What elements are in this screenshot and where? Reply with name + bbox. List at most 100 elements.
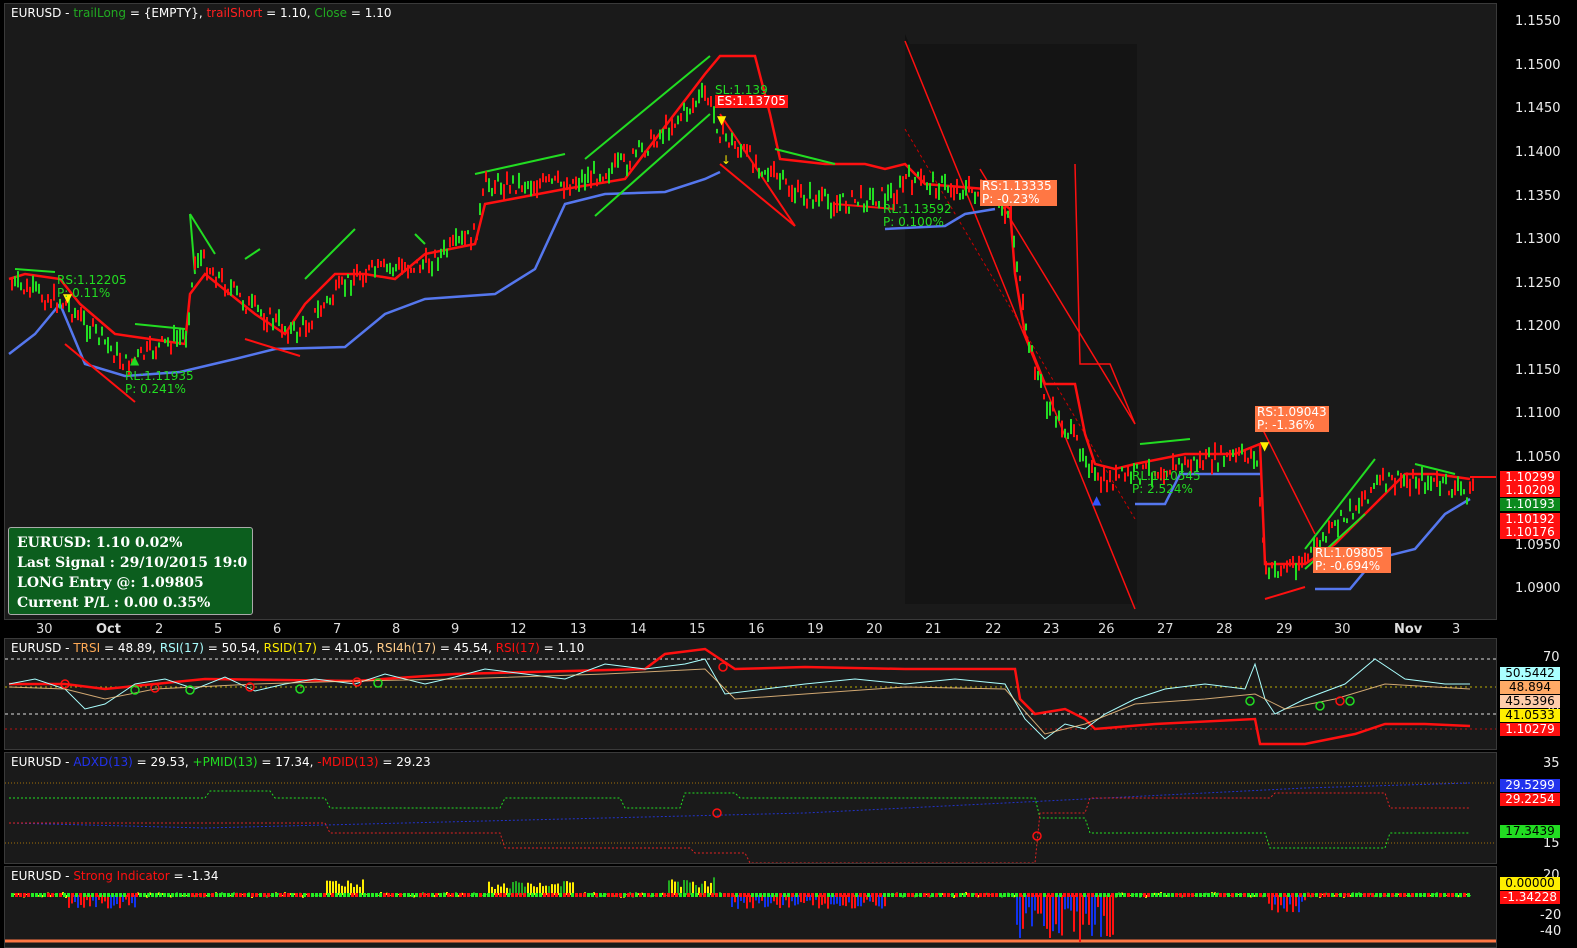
strong-indicator-dot [1355, 893, 1358, 897]
candle [245, 308, 247, 314]
strong-indicator-dot [787, 893, 790, 897]
candle [887, 184, 889, 201]
adx-pane[interactable]: EURUSD - ADXD(13) = 29.53, +PMID(13) = 1… [4, 752, 1497, 864]
candle [1184, 456, 1186, 466]
candle [260, 309, 262, 317]
candle [941, 175, 943, 184]
strong-indicator-dot [935, 893, 938, 897]
strong-indicator-dot [475, 893, 478, 897]
candle [107, 337, 109, 354]
candle [908, 164, 910, 177]
strong-indicator-dot [1111, 893, 1114, 897]
date-tick: 3 [1452, 622, 1461, 637]
candle [734, 141, 736, 149]
strong-indicator-dot [1295, 893, 1298, 897]
candle [1340, 509, 1342, 516]
candle [818, 190, 820, 207]
candle [929, 183, 931, 195]
rsid-value: = 41.05, [317, 641, 377, 655]
candle [629, 160, 631, 170]
strong-indicator-bar [326, 880, 328, 895]
candle [1217, 462, 1219, 472]
candle [518, 172, 520, 189]
candle [701, 82, 703, 98]
candle [176, 330, 178, 347]
candle [161, 336, 163, 341]
close-label: Close [314, 6, 348, 20]
rsi2-value: = 1.10 [539, 641, 585, 655]
price-chart-pane[interactable]: ▼ ▼ ↓ ▼ ▲ ▲ EURUSD - trailLong = {EMPTY}… [4, 3, 1497, 620]
date-tick: 26 [1098, 622, 1115, 637]
rsi-pane[interactable]: EURUSD - TRSI = 48.89, RSI(17) = 50.54, … [4, 638, 1497, 750]
candle [113, 355, 115, 363]
strong-indicator-dot [991, 893, 994, 897]
candle [1037, 371, 1039, 381]
candle [959, 193, 961, 200]
candle [1325, 536, 1327, 543]
strong-indicator-bar [1049, 895, 1051, 938]
strong-indicator-dot [1367, 893, 1370, 897]
candle [635, 149, 637, 158]
date-tick: 30 [1334, 622, 1351, 637]
svg-text:▼: ▼ [717, 113, 727, 127]
strong-indicator-bar [1100, 895, 1102, 937]
candle [287, 331, 289, 344]
candle [836, 195, 838, 213]
candle [779, 173, 781, 190]
strong-indicator-dot [755, 893, 758, 897]
candle [1031, 345, 1033, 352]
strong-indicator-dot [191, 893, 194, 897]
strong-indicator-dot [1047, 893, 1050, 897]
candle [1358, 497, 1360, 514]
strong-indicator-dot [379, 893, 382, 897]
strong-indicator-dot [879, 893, 882, 897]
strong-label: Strong Indicator [73, 869, 170, 883]
strong-indicator-dot [403, 893, 406, 897]
candle [1124, 472, 1126, 482]
strong-indicator-dot [583, 893, 586, 897]
strong-indicator-dot [695, 893, 698, 897]
strong-indicator-dot [903, 893, 906, 897]
strong-indicator-dot [1019, 893, 1022, 897]
date-tick: 12 [510, 622, 527, 637]
strong-indicator-dot [359, 893, 362, 897]
candle [155, 346, 157, 360]
price-tick: 1.1300 [1515, 232, 1561, 247]
candle [797, 179, 799, 193]
strong-indicator-dot [727, 893, 730, 897]
strong-indicator-dot [375, 893, 378, 897]
candle [791, 184, 793, 202]
candle [1283, 562, 1285, 569]
candle [551, 178, 553, 184]
strong-indicator-dot [999, 893, 1002, 897]
candle [557, 170, 559, 183]
candle [1061, 420, 1063, 438]
strong-indicator-dot [31, 893, 34, 897]
strong-indicator-dot [1423, 893, 1426, 897]
strong-indicator-pane[interactable]: EURUSD - Strong Indicator = -1.34 [4, 866, 1497, 948]
strong-indicator-dot [159, 893, 162, 897]
strong-indicator-dot [803, 893, 806, 897]
adx-axis[interactable]: 35 15 [1497, 752, 1577, 864]
strong-indicator-dot [155, 893, 158, 897]
strong-indicator-dot [1099, 893, 1102, 897]
strong-indicator-bar [1061, 895, 1063, 936]
candle [641, 142, 643, 153]
candle [1172, 453, 1174, 470]
candle [587, 166, 589, 183]
candle [1259, 497, 1261, 507]
strong-indicator-dot [247, 893, 250, 897]
candle [71, 313, 73, 323]
strong-indicator-dot [835, 893, 838, 897]
candle [1211, 459, 1213, 475]
strong-indicator-bar [1298, 895, 1300, 913]
candle [374, 266, 376, 278]
candle [1280, 565, 1282, 577]
candle [848, 206, 850, 214]
date-tick: 13 [570, 622, 587, 637]
strong-indicator-bar [1052, 895, 1054, 932]
rsi-tag-rsi: 50.5442 [1500, 667, 1560, 680]
candle [395, 263, 397, 272]
pmi-label: +PMID(13) [192, 755, 258, 769]
strong-indicator-dot [351, 893, 354, 897]
